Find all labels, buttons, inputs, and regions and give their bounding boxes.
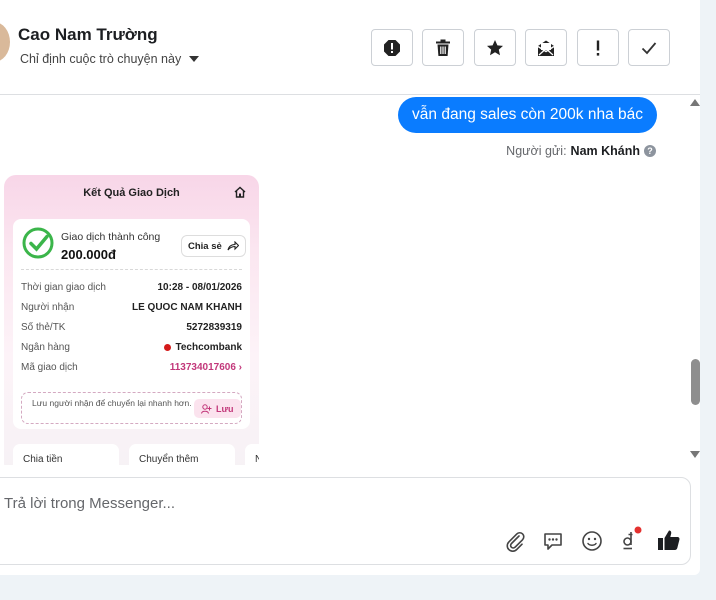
row-label: Ngân hàng: [21, 342, 70, 353]
techcombank-logo-icon: [163, 343, 171, 351]
save-recipient-note: Lưu người nhận để chuyển lại nhanh hơn. …: [21, 392, 242, 424]
avatar[interactable]: [0, 22, 10, 62]
mark-done-button[interactable]: [628, 29, 670, 66]
success-check-icon: [22, 227, 54, 259]
receipt-title: Kết Quả Giao Dịch: [83, 187, 180, 199]
sender-prefix: Người gửi:: [506, 144, 567, 158]
receipt-card: Giao dịch thành công 200.000đ Chia sẻ Th…: [13, 219, 250, 429]
conversation-header: Cao Nam Trường Chỉ định cuộc trò chuyện …: [0, 0, 700, 95]
envelope-open-icon: [537, 40, 555, 56]
scrollbar-thumb[interactable]: [691, 359, 700, 405]
paperclip-icon[interactable]: [504, 530, 526, 552]
receipt-row: Thời gian giao dịch 10:28 - 08/01/2026: [21, 282, 242, 293]
scroll-up-arrow-icon[interactable]: [690, 99, 700, 106]
outgoing-message-bubble[interactable]: vẫn đang sales còn 200k nha bác: [398, 97, 657, 133]
delete-button[interactable]: [422, 29, 464, 66]
sender-info: Người gửi: Nam Khánh ?: [506, 144, 656, 158]
mark-unread-button[interactable]: [525, 29, 567, 66]
caret-down-icon: [189, 56, 200, 62]
save-label: Lưu: [216, 403, 234, 414]
share-label: Chia sẻ: [188, 240, 222, 252]
sender-name: Nam Khánh: [570, 144, 640, 158]
transfer-more-action: Chuyển thêm: [129, 444, 235, 465]
messenger-window: Cao Nam Trường Chỉ định cuộc trò chuyện …: [0, 0, 700, 575]
row-label: Số thẻ/TK: [21, 322, 66, 333]
emoji-icon[interactable]: [581, 530, 603, 552]
share-arrow-icon: [227, 241, 239, 251]
action-label: N: [255, 454, 259, 465]
chevron-right-icon: ›: [238, 362, 242, 373]
reply-composer[interactable]: Trả lời trong Messenger...: [0, 477, 691, 565]
receipt-image[interactable]: Kết Quả Giao Dịch Giao dịch thành công 2…: [4, 175, 259, 465]
transaction-status: Giao dịch thành công: [61, 231, 161, 243]
action-label: Chuyển thêm: [139, 454, 199, 465]
saved-replies-icon[interactable]: [542, 530, 564, 552]
row-label: Người nhận: [21, 302, 75, 313]
row-label: Mã giao dịch: [21, 362, 78, 373]
spam-button[interactable]: [371, 29, 413, 66]
receipt-row: Số thẻ/TK 5272839319: [21, 322, 242, 333]
help-icon[interactable]: ?: [644, 145, 656, 157]
row-value: LE QUOC NAM KHANH: [132, 302, 242, 313]
reply-input[interactable]: Trả lời trong Messenger...: [4, 495, 175, 512]
row-value: 5272839319: [186, 322, 242, 333]
contact-name[interactable]: Cao Nam Trường: [18, 25, 158, 45]
transaction-amount: 200.000đ: [61, 247, 116, 262]
payment-dong-icon[interactable]: [619, 526, 643, 552]
receipt-row: Mã giao dịch 113734017606 ›: [21, 362, 242, 373]
row-label: Thời gian giao dịch: [21, 282, 106, 293]
star-button[interactable]: [474, 29, 516, 66]
assign-label: Chỉ định cuộc trò chuyện này: [20, 52, 182, 66]
assign-conversation-dropdown[interactable]: Chỉ định cuộc trò chuyện này: [20, 52, 200, 66]
bank-name: Techcombank: [175, 342, 243, 353]
row-value: 10:28 - 08/01/2026: [157, 282, 242, 293]
star-icon: [487, 39, 503, 55]
thumbs-up-icon[interactable]: [657, 528, 681, 552]
split-money-action: Chia tiền: [13, 444, 119, 465]
share-button: Chia sẻ: [181, 235, 246, 257]
save-button: Lưu: [194, 399, 241, 418]
home-icon: [234, 186, 246, 198]
receipt-row: Ngân hàng Techcombank: [21, 342, 242, 353]
add-user-icon: [201, 403, 212, 414]
more-action: N: [245, 444, 259, 465]
receipt-row: Người nhận LE QUOC NAM KHANH: [21, 302, 242, 313]
message-list[interactable]: vẫn đang sales còn 200k nha bác Người gử…: [0, 95, 686, 465]
transaction-id-value: 113734017606: [169, 362, 236, 373]
bank-value: Techcombank: [163, 342, 243, 353]
exclamation-icon: [596, 40, 600, 56]
transaction-id: 113734017606 ›: [170, 362, 242, 373]
action-label: Chia tiền: [23, 454, 63, 465]
trash-icon: [436, 39, 450, 56]
dashed-divider: [21, 269, 242, 270]
alert-octagon-icon: [384, 39, 400, 56]
follow-up-button[interactable]: [577, 29, 619, 66]
scroll-down-arrow-icon[interactable]: [690, 451, 700, 458]
note-text: Lưu người nhận để chuyển lại nhanh hơn.: [32, 398, 192, 408]
check-icon: [641, 41, 657, 54]
